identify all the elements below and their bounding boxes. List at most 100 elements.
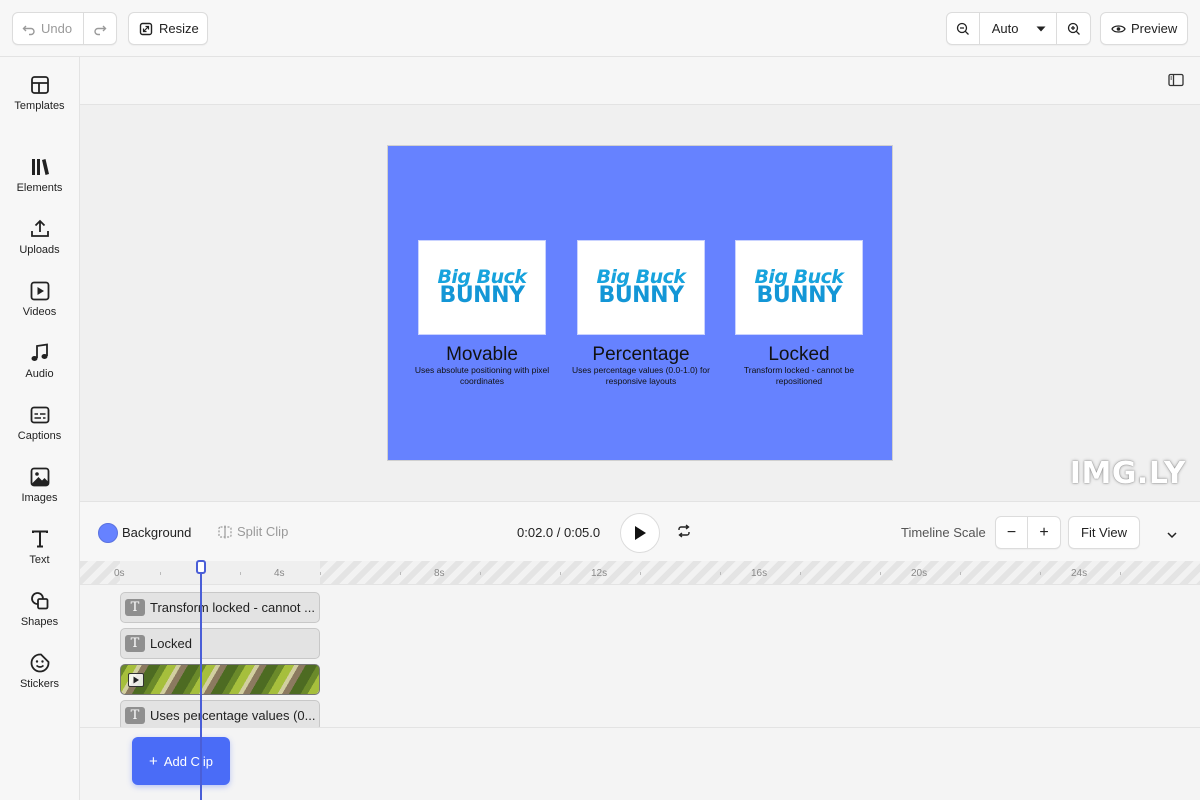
card-title[interactable]: Movable	[407, 344, 557, 366]
split-clip-label: Split Clip	[237, 524, 289, 539]
card-title[interactable]: Percentage	[566, 344, 716, 366]
zoom-in-button[interactable]	[1057, 13, 1090, 44]
ruler-tick	[1040, 572, 1041, 575]
undo-label: Undo	[41, 21, 73, 36]
logo-line2: BUNNY	[439, 283, 525, 309]
sidebar-item-captions[interactable]: Captions	[0, 404, 79, 442]
card-description[interactable]: Uses absolute positioning with pixel coo…	[412, 365, 552, 386]
playhead-line[interactable]	[200, 561, 202, 800]
upload-icon	[29, 218, 51, 240]
text-icon	[29, 528, 51, 550]
image-card-percentage[interactable]: Big Buck BUNNY	[577, 240, 705, 335]
play-button[interactable]	[620, 513, 660, 553]
scale-increase-button[interactable]: +	[1028, 517, 1060, 548]
resize-icon	[139, 22, 153, 35]
zoom-level-value: Auto	[991, 21, 1019, 36]
sidebar-item-text[interactable]: Text	[0, 528, 79, 566]
resize-button[interactable]: Resize	[128, 12, 208, 45]
undo-button[interactable]: Undo	[13, 13, 85, 44]
video-clip[interactable]	[120, 664, 320, 695]
redo-button[interactable]	[84, 13, 116, 44]
clip-label: Uses percentage values (0...	[150, 708, 316, 723]
redo-icon	[94, 25, 107, 35]
text-clip[interactable]: T Transform locked - cannot ...	[120, 592, 320, 623]
image-card-locked[interactable]: Big Buck BUNNY	[735, 240, 863, 335]
image-card-movable[interactable]: Big Buck BUNNY	[418, 240, 546, 335]
fit-view-button[interactable]: Fit View	[1068, 516, 1140, 549]
sidebar-item-label: Templates	[14, 100, 65, 112]
ruler-tick-label: 0s	[114, 568, 125, 579]
ruler-tick-label: 24s	[1071, 568, 1088, 579]
zoom-level-select[interactable]: Auto	[980, 13, 1058, 44]
sidebar-item-label: Shapes	[20, 616, 59, 628]
chevron-down-icon[interactable]	[1166, 526, 1178, 544]
sidebar-item-elements[interactable]: Elements	[0, 156, 79, 194]
image-icon	[29, 466, 51, 488]
timeline-controls: Background Split Clip 0:02.0 / 0:05.0 Ti…	[80, 501, 1200, 561]
canvas-header	[80, 57, 1200, 105]
zoom-out-button[interactable]	[947, 13, 980, 44]
zoom-in-icon	[1067, 22, 1080, 35]
sidebar-item-label: Elements	[16, 182, 63, 194]
panel-toggle-icon[interactable]	[1168, 73, 1184, 92]
sidebar-item-uploads[interactable]: Uploads	[0, 218, 79, 256]
card-description[interactable]: Uses percentage values (0.0-1.0) for res…	[571, 365, 711, 386]
design-stage[interactable]: Big Buck BUNNY Big Buck BUNNY Big Buck B…	[387, 145, 893, 461]
music-icon	[29, 342, 51, 364]
card-description[interactable]: Transform locked - cannot be repositione…	[729, 365, 869, 386]
logo-line2: BUNNY	[598, 283, 684, 309]
ruler-tick	[880, 572, 881, 575]
add-clip-button[interactable]: + Add Clip	[132, 737, 230, 785]
logo-line2: BUNNY	[756, 283, 842, 309]
ruler-tick	[240, 572, 241, 575]
sidebar-item-templates[interactable]: Templates	[0, 74, 79, 112]
plus-icon: +	[149, 752, 158, 770]
playhead-handle[interactable]	[196, 560, 206, 574]
sidebar-item-label: Videos	[22, 306, 57, 318]
ruler-tick	[1120, 572, 1121, 575]
ruler-tick	[720, 572, 721, 575]
layout-icon	[29, 74, 51, 96]
top-toolbar: Undo Resize Auto Preview	[0, 0, 1200, 57]
ruler-tick-label: 16s	[751, 568, 768, 579]
sticker-icon	[29, 652, 51, 674]
ruler-tick-label: 20s	[911, 568, 928, 579]
sidebar-item-videos[interactable]: Videos	[0, 280, 79, 318]
preview-button[interactable]: Preview	[1100, 12, 1188, 45]
text-clip[interactable]: T Locked	[120, 628, 320, 659]
preview-label: Preview	[1131, 21, 1178, 36]
sidebar-item-audio[interactable]: Audio	[0, 342, 79, 380]
captions-icon	[29, 404, 51, 426]
sidebar-item-shapes[interactable]: Shapes	[0, 590, 79, 628]
undo-icon	[22, 25, 35, 35]
ruler-tick	[960, 572, 961, 575]
ruler-tick	[480, 572, 481, 575]
timeline-scale-label: Timeline Scale	[901, 525, 986, 540]
imgly-watermark: IMG.LY	[1069, 456, 1186, 491]
sidebar-item-label: Audio	[25, 368, 54, 380]
resize-label: Resize	[159, 21, 199, 36]
fit-view-label: Fit View	[1081, 525, 1127, 540]
sidebar-item-label: Captions	[17, 430, 62, 442]
shapes-icon	[29, 590, 51, 612]
video-type-icon	[128, 672, 144, 687]
big-buck-bunny-logo: Big Buck BUNNY	[754, 268, 844, 309]
loop-icon[interactable]	[676, 524, 692, 543]
ruler-tick-label: 4s	[274, 568, 285, 579]
caret-down-icon	[1036, 26, 1046, 31]
sidebar-item-images[interactable]: Images	[0, 466, 79, 504]
sidebar-item-label: Text	[29, 554, 50, 566]
split-clip-button[interactable]: Split Clip	[218, 524, 288, 539]
big-buck-bunny-logo: Big Buck BUNNY	[437, 268, 527, 309]
background-color-swatch[interactable]	[98, 523, 118, 543]
timeline-ruler[interactable]: 0s 4s 8s 12s 16s 20s 24s	[80, 561, 1200, 585]
sidebar-item-stickers[interactable]: Stickers	[0, 652, 79, 690]
sidebar-item-label: Stickers	[19, 678, 60, 690]
sidebar-item-label: Uploads	[19, 244, 60, 256]
card-title[interactable]: Locked	[724, 344, 874, 366]
split-icon	[218, 525, 232, 538]
scale-decrease-button[interactable]: −	[996, 517, 1029, 548]
background-label[interactable]: Background	[122, 525, 191, 540]
add-clip-label: Add Clip	[163, 753, 213, 769]
eye-icon	[1111, 24, 1126, 33]
